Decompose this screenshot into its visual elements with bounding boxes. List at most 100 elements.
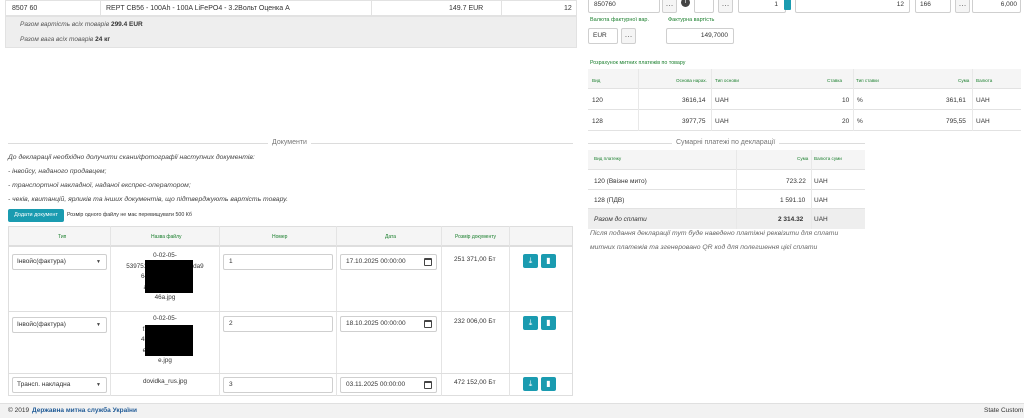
- calc-cell: %: [857, 118, 863, 125]
- goods-row: 8507 60 REPT CB56 - 100Ah - 100A LiFePO4…: [5, 0, 577, 16]
- summary-cell: 723.22: [786, 178, 806, 185]
- delete-button[interactable]: ▮: [541, 254, 556, 268]
- doc-size: 472 152,00 Бт: [454, 379, 496, 386]
- goods-code: 8507 60: [12, 5, 38, 12]
- summary-cell: UAH: [814, 178, 828, 185]
- footer: © 2019 Державна митна служба України Sta…: [0, 403, 1024, 418]
- calc-cell: 120: [592, 97, 603, 104]
- calc-header: Ставка: [827, 78, 843, 83]
- goods-divider: [100, 1, 101, 16]
- col-date-header: Дата: [385, 234, 397, 240]
- col-divider: [811, 150, 812, 229]
- calc-cell: 10: [842, 97, 850, 104]
- lookup-button[interactable]: …: [718, 0, 733, 13]
- calc-table: Вид Основа нарах. Тип основи Ставка Тип …: [588, 69, 1021, 131]
- calc-cell: 3616,14: [682, 97, 706, 104]
- calc-cell: 795,55: [946, 118, 966, 125]
- col-type-header: Тип: [58, 234, 67, 240]
- doc-type-value: Інвойс(фактура): [17, 258, 66, 265]
- delete-button[interactable]: ▮: [541, 316, 556, 330]
- download-button[interactable]: ⤓: [523, 254, 538, 268]
- payment-note-line: Після подання декларації тут буде наведе…: [590, 230, 839, 237]
- filename-line: e.jpg: [158, 357, 172, 364]
- summary-table: Вид платежу Сума Валюта суми 120 (Ввізне…: [588, 150, 865, 229]
- calc-cell: 3977,75: [682, 118, 706, 125]
- goods-summary: Разом вартість всіх товарів 299.4 EUR Ра…: [5, 16, 577, 48]
- calendar-icon[interactable]: [424, 258, 432, 266]
- calendar-icon[interactable]: [424, 320, 432, 328]
- invoice-value-input[interactable]: 149,7000: [666, 28, 734, 44]
- commodity-code-input[interactable]: 850760: [588, 0, 660, 13]
- col-divider: [972, 69, 973, 131]
- total-weight-label: Разом вага всіх товарів: [20, 36, 94, 43]
- doc-date-input[interactable]: 03.11.2025 00:00:00: [340, 377, 437, 393]
- redaction-box: [145, 325, 193, 356]
- download-button[interactable]: ⤓: [523, 316, 538, 330]
- download-icon: ⤓: [528, 318, 533, 327]
- calc-cell: UAH: [715, 97, 729, 104]
- doc-number-input[interactable]: 2: [223, 316, 333, 332]
- summary-total-currency: UAH: [814, 216, 828, 223]
- calc-cell: 361,61: [946, 97, 966, 104]
- summary-cell: UAH: [814, 197, 828, 204]
- info-icon[interactable]: i: [681, 0, 690, 7]
- summary-cell: 120 (Ввізне мито): [594, 178, 647, 185]
- col-filename-header: Назва файлу: [151, 234, 182, 240]
- doc-size: 232 006,00 Бт: [454, 318, 496, 325]
- currency-lookup-button[interactable]: …: [621, 28, 636, 44]
- delete-button[interactable]: ▮: [541, 377, 556, 391]
- lookup-button[interactable]: …: [662, 0, 677, 13]
- chevron-down-icon: ▼: [96, 382, 101, 388]
- currency-input[interactable]: EUR: [588, 28, 618, 44]
- field-input[interactable]: 166: [915, 0, 951, 13]
- add-document-button[interactable]: Додати документ: [8, 209, 64, 222]
- download-icon: ⤓: [528, 256, 533, 265]
- doc-date-input[interactable]: 17.10.2025 00:00:00: [340, 254, 437, 270]
- calc-cell: UAH: [715, 118, 729, 125]
- table-row: [8, 311, 573, 312]
- doc-instruction-2: - транспортної накладної, наданої експре…: [8, 182, 191, 189]
- total-weight-line: Разом вага всіх товарів 24 кг: [20, 36, 110, 43]
- documents-legend: Документи: [268, 139, 311, 146]
- footer-right-text: State Custom: [984, 407, 1024, 414]
- quantity-stepper[interactable]: 1: [738, 0, 786, 13]
- trash-icon: ▮: [546, 318, 551, 327]
- footer-copyright: © 2019: [8, 407, 30, 414]
- goods-divider: [501, 1, 502, 16]
- doc-type-select[interactable]: Трансп. накладна ▼: [12, 377, 107, 393]
- footer-brand-link[interactable]: Державна митна служба України: [32, 407, 137, 414]
- calc-cell: %: [857, 97, 863, 104]
- doc-instruction-0: До декларації необхідно долучити скани/ф…: [8, 154, 255, 161]
- calendar-icon[interactable]: [424, 381, 432, 389]
- table-row: [8, 246, 573, 247]
- redaction-box: [145, 260, 193, 293]
- doc-filename: dovidka_rus.jpg: [115, 377, 215, 388]
- weight-input[interactable]: 6,000: [972, 0, 1021, 13]
- doc-date-value: 17.10.2025 00:00:00: [346, 258, 406, 265]
- calc-cell: UAH: [976, 118, 990, 125]
- trash-icon: ▮: [546, 256, 551, 265]
- spinner-icon[interactable]: [784, 0, 791, 10]
- doc-type-select[interactable]: Інвойс(фактура) ▼: [12, 317, 107, 333]
- calc-header: Валюта: [976, 78, 993, 83]
- filename-line: 46a.jpg: [154, 294, 176, 301]
- lookup-button[interactable]: …: [955, 0, 970, 13]
- total-weight: 24 кг: [95, 36, 111, 43]
- download-button[interactable]: ⤓: [523, 377, 538, 391]
- table-row: [8, 373, 573, 374]
- doc-instruction-3: - чеків, квитанцій, ярликів та інших док…: [8, 196, 288, 203]
- download-icon: ⤓: [528, 379, 533, 388]
- file-size-note: Розмір одного файлу не має перевищувати …: [67, 212, 192, 218]
- doc-type-value: Інвойс(фактура): [17, 321, 66, 328]
- calc-cell: 128: [592, 118, 603, 125]
- doc-number-input[interactable]: 1: [223, 254, 333, 270]
- summary-header: Вид платежу: [594, 156, 622, 161]
- doc-date-input[interactable]: 18.10.2025 00:00:00: [340, 316, 437, 332]
- doc-type-select[interactable]: Інвойс(фактура) ▼: [12, 254, 107, 270]
- quantity-value: 1: [774, 1, 778, 8]
- field-input[interactable]: 12: [795, 0, 910, 13]
- field-input[interactable]: [694, 0, 714, 13]
- doc-number-input[interactable]: 3: [223, 377, 333, 393]
- summary-cell: 1 591.10: [780, 197, 806, 204]
- goods-qty: 12: [564, 5, 572, 12]
